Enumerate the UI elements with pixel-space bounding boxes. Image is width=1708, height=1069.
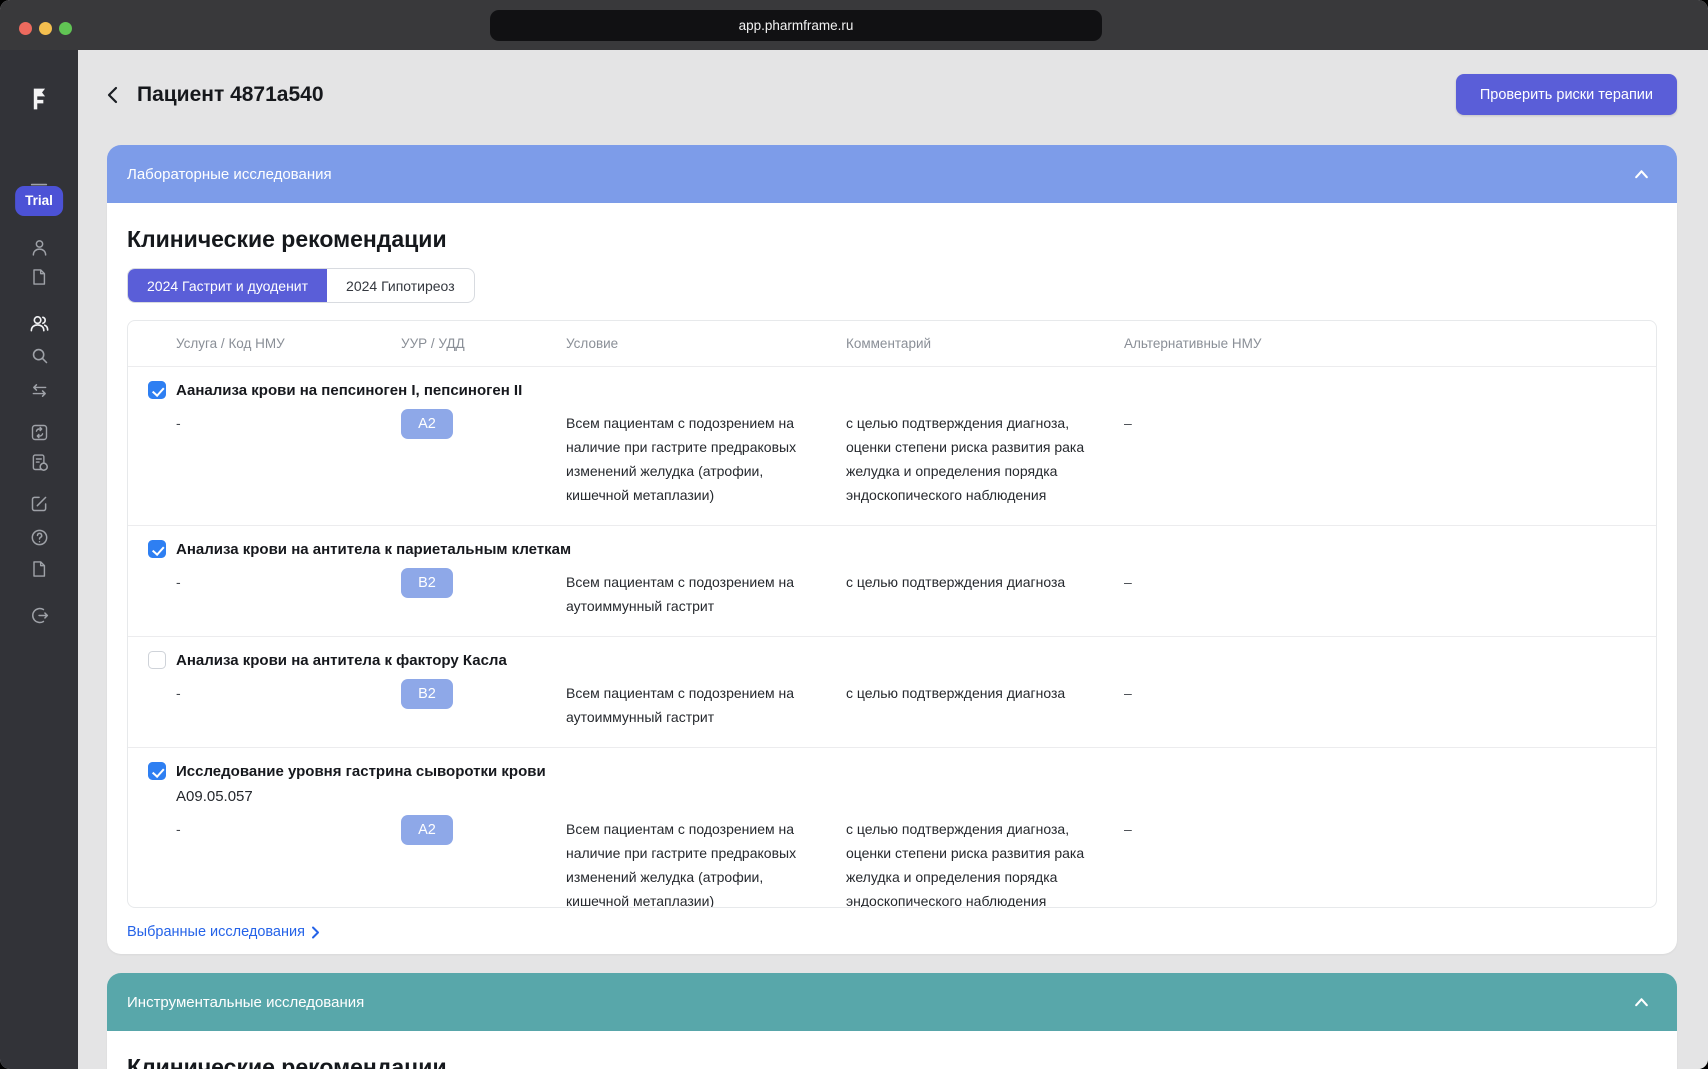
condition-cell: Всем пациентам с подозрением на аутоимму… [566,681,846,729]
alternatives-cell: – [1124,817,1656,841]
main-content: Пациент 4871a540 Проверить риски терапии… [78,50,1708,1069]
minimize-window-button[interactable] [39,22,52,35]
sync-icon[interactable] [26,419,52,445]
selected-studies-label: Выбранные исследования [127,924,305,940]
table-row: Анализа крови на антитела к париетальным… [128,526,1656,637]
comment-cell: с целью подтверждения диагноза, оценки с… [846,411,1124,507]
study-name: Анализа крови на антитела к фактору Касл… [176,652,507,669]
row-checkbox[interactable] [148,381,166,399]
card-title: Клинические рекомендации [127,1053,1657,1069]
recommendation-tabs: 2024 Гастрит и дуоденит 2024 Гипотиреоз [127,268,475,303]
study-name: Аанализа крови на пепсиноген I, пепсиног… [176,382,522,399]
document-icon[interactable] [26,264,52,290]
col-comment: Комментарий [846,336,1124,351]
tab-hypothyroidism[interactable]: 2024 Гипотиреоз [327,269,474,302]
service-cell: - [176,570,401,594]
condition-cell: Всем пациентам с подозрением на наличие … [566,411,846,507]
logout-icon[interactable] [26,602,52,628]
pharmframe-logo[interactable] [26,86,52,112]
tab-gastritis[interactable]: 2024 Гастрит и дуоденит [128,269,327,302]
uur-badge: A2 [401,409,453,439]
row-checkbox[interactable] [148,651,166,669]
lab-section-header[interactable]: Лабораторные исследования [107,145,1677,203]
app-sidebar: Trial [0,50,78,1069]
alternatives-cell: – [1124,411,1656,435]
chevron-right-icon [311,926,320,939]
help-icon[interactable] [26,524,52,550]
file-icon[interactable] [26,556,52,582]
row-checkbox[interactable] [148,540,166,558]
table-header-row: Услуга / Код НМУ УУР / УДД Условие Комме… [128,321,1656,367]
search-icon[interactable] [26,342,52,368]
alternatives-cell: – [1124,681,1656,705]
page-header: Пациент 4871a540 Проверить риски терапии [107,72,1677,117]
instrumental-section-title: Инструментальные исследования [127,994,364,1011]
card-title: Клинические рекомендации [127,225,1657,253]
service-cell: - [176,411,401,435]
browser-titlebar: app.pharmframe.ru [0,0,1708,50]
clinical-recommendations-card: Клинические рекомендации 2024 Гастрит и … [107,203,1677,954]
instrumental-card: Клинические рекомендации [107,1031,1677,1069]
patient-icon[interactable] [26,234,52,260]
trial-badge: Trial [15,186,63,216]
col-alternatives: Альтернативные НМУ [1124,336,1656,351]
report-icon[interactable] [26,449,52,475]
check-therapy-risks-button[interactable]: Проверить риски терапии [1456,74,1677,115]
comment-cell: с целью подтверждения диагноза, оценки с… [846,817,1124,908]
close-window-button[interactable] [19,22,32,35]
study-name: Исследование уровня гастрина сыворотки к… [176,763,546,780]
alternatives-cell: – [1124,570,1656,594]
col-uur: УУР / УДД [401,336,566,351]
comment-cell: с целью подтверждения диагноза [846,681,1124,705]
row-checkbox[interactable] [148,762,166,780]
patients-icon[interactable] [26,309,52,335]
selected-studies-link[interactable]: Выбранные исследования [127,924,320,940]
study-code: A09.05.057 [176,788,1656,805]
table-row: Анализа крови на антитела к фактору Касл… [128,637,1656,748]
address-bar[interactable]: app.pharmframe.ru [490,10,1102,41]
transfer-icon[interactable] [26,377,52,403]
condition-cell: Всем пациентам с подозрением на наличие … [566,817,846,908]
service-cell: - [176,817,401,841]
col-condition: Условие [566,336,846,351]
chevron-up-icon[interactable] [1633,166,1650,183]
uur-badge: A2 [401,815,453,845]
back-button[interactable] [107,83,127,107]
service-cell: - [176,681,401,705]
uur-badge: B2 [401,679,453,709]
edit-icon[interactable] [26,490,52,516]
col-service: Услуга / Код НМУ [176,336,401,351]
condition-cell: Всем пациентам с подозрением на аутоимму… [566,570,846,618]
table-row: Аанализа крови на пепсиноген I, пепсиног… [128,367,1656,526]
lab-section-title: Лабораторные исследования [127,166,332,183]
chevron-up-icon[interactable] [1633,994,1650,1011]
table-row: Исследование уровня гастрина сыворотки к… [128,748,1656,908]
comment-cell: с целью подтверждения диагноза [846,570,1124,594]
study-name: Анализа крови на антитела к париетальным… [176,541,571,558]
browser-window: app.pharmframe.ru Trial [0,0,1708,1069]
instrumental-section-header[interactable]: Инструментальные исследования [107,973,1677,1031]
zoom-window-button[interactable] [59,22,72,35]
recommendations-table: Услуга / Код НМУ УУР / УДД Условие Комме… [127,320,1657,908]
page-title: Пациент 4871a540 [137,83,324,107]
uur-badge: B2 [401,568,453,598]
